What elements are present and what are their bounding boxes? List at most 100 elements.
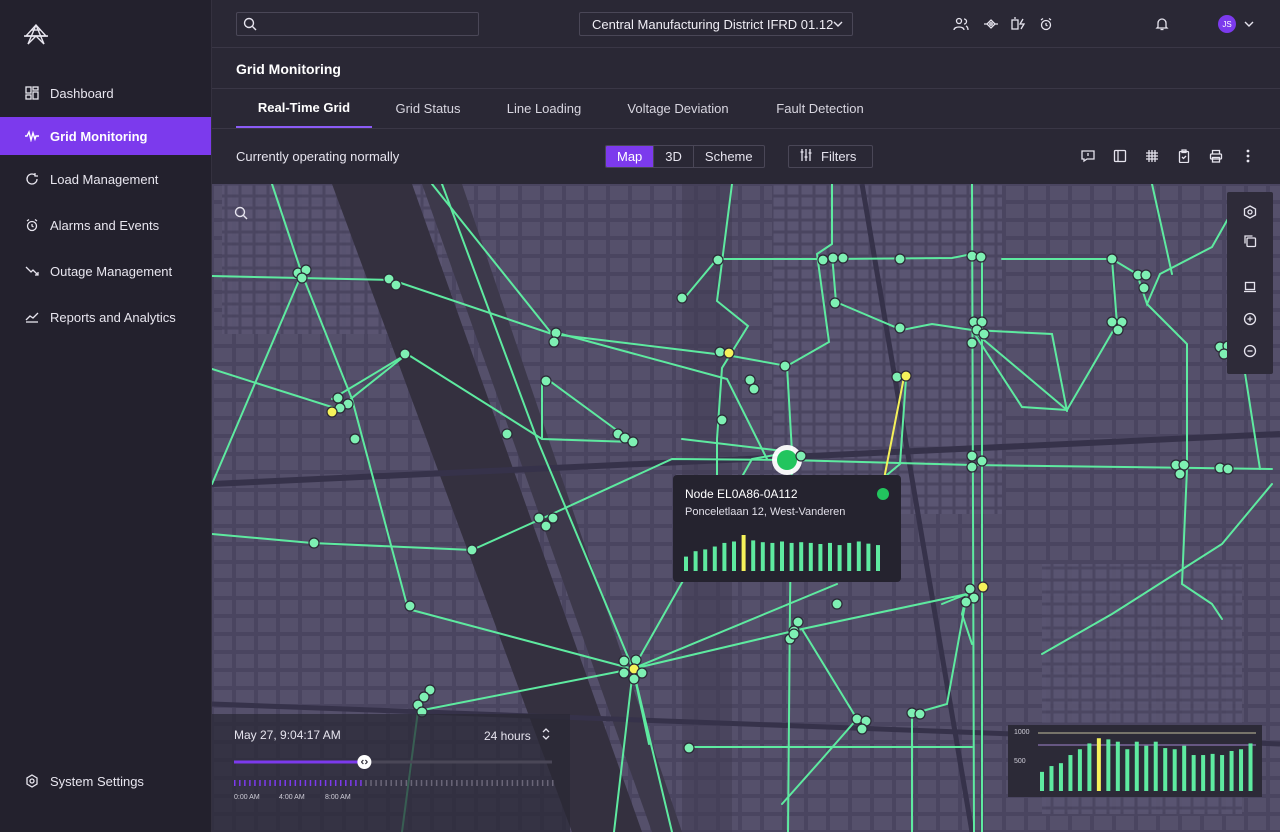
node-load-bar	[732, 541, 736, 571]
mini-chart-bar	[1163, 748, 1168, 791]
timeline-minor-tick	[289, 780, 292, 786]
node-load-bar	[799, 542, 804, 571]
page-title: Grid Monitoring	[236, 61, 341, 77]
node-title: Node EL0A86-0A112	[685, 487, 798, 501]
copy-icon[interactable]	[1242, 233, 1258, 249]
zoom-in-icon[interactable]	[1242, 311, 1258, 327]
network-node-icon[interactable]	[982, 15, 1000, 33]
timeline-minor-tick	[350, 780, 352, 786]
grid-map[interactable]: Node EL0A86-0A112 Ponceletlaan 12, West-…	[212, 184, 1280, 832]
bell-icon[interactable]	[1153, 15, 1171, 33]
map-search-icon[interactable]	[234, 206, 248, 225]
node-load-bar	[856, 541, 861, 571]
view-map-button[interactable]: Map	[606, 146, 655, 167]
refresh-icon	[24, 171, 40, 187]
node-load-bar	[760, 542, 765, 571]
timeline-minor-tick	[400, 780, 403, 786]
timeline-track[interactable]	[212, 714, 570, 832]
node-load-bar	[780, 541, 784, 571]
mini-chart-bar	[1068, 755, 1073, 791]
tab-voltage-deviation[interactable]: Voltage Deviation	[618, 89, 738, 128]
trend-up-icon	[24, 309, 40, 325]
timeline-minor-tick	[461, 780, 463, 786]
tab-fault-detection[interactable]: Fault Detection	[766, 89, 874, 128]
mini-chart-bar	[1229, 750, 1234, 791]
timeline-minor-tick	[324, 780, 327, 786]
timeline-minor-tick	[501, 780, 504, 786]
filters-button[interactable]: Filters	[788, 145, 873, 168]
timeline-minor-tick	[284, 780, 286, 786]
alarm-icon	[24, 217, 40, 233]
mini-chart-bar	[1106, 739, 1111, 791]
timeline-minor-tick	[375, 780, 377, 786]
timeline-minor-tick	[496, 780, 498, 786]
comment-icon[interactable]	[1080, 148, 1096, 164]
sidebar-item-grid-monitoring[interactable]: Grid Monitoring	[0, 117, 211, 155]
mini-chart-bar	[1134, 741, 1139, 791]
zoom-out-icon[interactable]	[1242, 343, 1258, 359]
avatar[interactable]: JS	[1218, 15, 1236, 33]
load-mini-chart: 1000 500	[1008, 725, 1262, 797]
sidebar-item-label: System Settings	[50, 773, 144, 789]
timeline-minor-tick	[274, 780, 276, 786]
mini-chart-bar	[1115, 741, 1120, 791]
timeline-panel: May 27, 9:04:17 AM 24 hours 0:00 AM 4:00…	[212, 714, 570, 832]
district-select[interactable]: Central Manufacturing District IFRD 01.1…	[579, 12, 853, 36]
mini-chart-bar	[1191, 755, 1196, 791]
timeline-minor-tick	[451, 780, 453, 786]
timeline-minor-tick	[334, 780, 337, 786]
node-tooltip: Node EL0A86-0A112 Ponceletlaan 12, West-…	[673, 475, 901, 582]
sidebar-item-dashboard[interactable]: Dashboard	[0, 74, 211, 112]
tab-grid-status[interactable]: Grid Status	[386, 89, 470, 128]
timeline-minor-tick	[395, 780, 398, 786]
timeline-minor-tick	[521, 780, 524, 786]
timeline-minor-tick	[541, 780, 544, 786]
mini-chart-bar	[1087, 743, 1092, 791]
dashboard-icon	[24, 85, 40, 101]
sidebar-item-alarms[interactable]: Alarms and Events	[0, 206, 211, 244]
sidebar-item-load-management[interactable]: Load Management	[0, 160, 211, 198]
filters-label: Filters	[821, 149, 857, 164]
sidebar-item-system-settings[interactable]: System Settings	[0, 762, 211, 800]
node-load-bar	[808, 542, 813, 571]
timeline-minor-tick	[309, 780, 312, 786]
trend-down-icon	[24, 263, 40, 279]
tab-real-time-grid[interactable]: Real-Time Grid	[236, 89, 372, 128]
more-vertical-icon[interactable]	[1240, 148, 1256, 164]
sidebar-item-outage[interactable]: Outage Management	[0, 252, 211, 290]
timeline-minor-tick	[299, 780, 302, 786]
battery-charge-icon[interactable]	[1010, 15, 1028, 33]
mini-chart-bar	[1153, 741, 1158, 791]
print-icon[interactable]	[1208, 148, 1224, 164]
grid-icon[interactable]	[1144, 148, 1160, 164]
view-3d-button[interactable]: 3D	[654, 146, 694, 167]
node-load-bar	[770, 542, 775, 571]
tab-bar: Real-Time Grid Grid Status Line Loading …	[212, 89, 1280, 129]
chevron-down-icon[interactable]	[1240, 15, 1258, 33]
alarm-clock-icon[interactable]	[1037, 15, 1055, 33]
timeline-minor-tick	[405, 780, 408, 786]
search-input[interactable]	[236, 12, 479, 36]
district-label: Central Manufacturing District IFRD 01.1…	[592, 16, 834, 32]
timeline-handle[interactable]	[357, 755, 372, 769]
panel-icon[interactable]	[1112, 148, 1128, 164]
tab-line-loading[interactable]: Line Loading	[498, 89, 590, 128]
page-header: Grid Monitoring	[212, 48, 1280, 89]
layers-icon[interactable]	[1242, 204, 1258, 220]
users-icon[interactable]	[952, 15, 970, 33]
node-load-bar	[866, 543, 871, 571]
laptop-icon[interactable]	[1242, 279, 1258, 295]
timeline-minor-tick	[430, 780, 433, 786]
mini-chart-bar	[1125, 749, 1130, 791]
sidebar-item-reports[interactable]: Reports and Analytics	[0, 298, 211, 336]
sidebar-item-label: Grid Monitoring	[50, 128, 148, 144]
sliders-icon	[799, 148, 813, 165]
chevron-down-icon	[832, 18, 844, 33]
timeline-minor-tick	[425, 780, 428, 786]
clipboard-icon[interactable]	[1176, 148, 1192, 164]
timeline-minor-tick	[360, 780, 362, 786]
timeline-minor-tick	[294, 780, 297, 786]
timeline-minor-tick	[536, 780, 539, 786]
search-icon	[243, 17, 257, 36]
view-scheme-button[interactable]: Scheme	[694, 146, 764, 167]
